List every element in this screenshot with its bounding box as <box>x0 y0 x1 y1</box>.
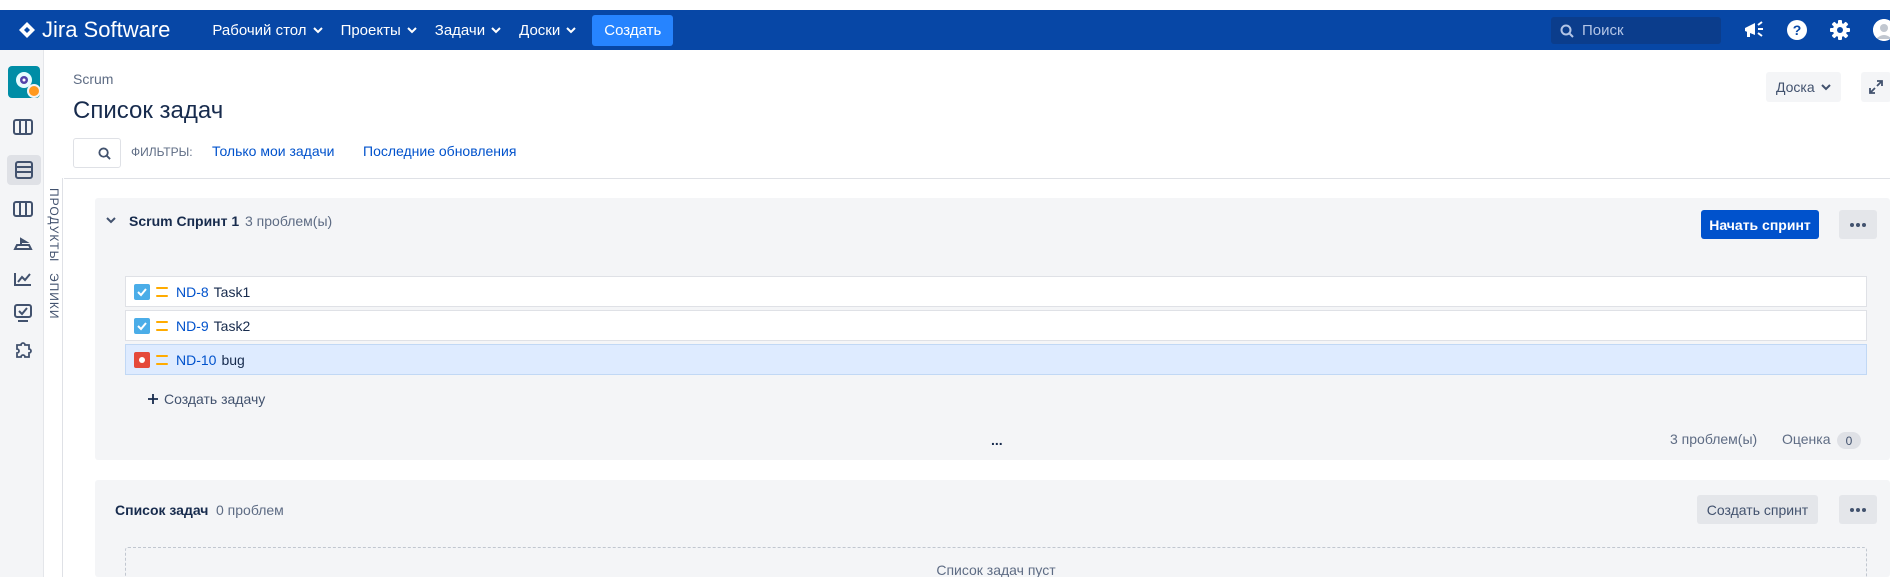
board-dropdown-button[interactable]: Доска <box>1766 72 1841 102</box>
project-sidebar <box>0 50 44 577</box>
issue-summary: Task1 <box>213 283 251 300</box>
backlog-issue-count: 0 проблем <box>216 502 284 518</box>
header-divider <box>64 178 1890 179</box>
search-icon <box>98 146 111 160</box>
priority-medium-icon <box>156 354 168 365</box>
products-panel-tab[interactable]: ПРОДУКТЫ <box>47 188 61 262</box>
nav-boards-label: Доски <box>519 21 561 39</box>
nav-projects-label: Проекты <box>340 21 401 39</box>
sprint-collapse-toggle[interactable] <box>104 213 118 227</box>
chevron-down-icon <box>312 27 323 34</box>
search-input[interactable]: Поиск <box>1551 17 1721 44</box>
nav-issues[interactable]: Задачи <box>435 22 501 39</box>
nav-dashboard-label: Рабочий стол <box>212 21 307 39</box>
issue-key[interactable]: ND-8 <box>176 284 209 300</box>
user-avatar[interactable] <box>1873 19 1890 41</box>
megaphone-icon[interactable] <box>1742 18 1766 42</box>
releases-icon[interactable] <box>12 233 34 255</box>
issue-row-selected[interactable]: ND-10 bug <box>125 344 1867 375</box>
search-icon <box>1560 24 1574 38</box>
backlog-empty-dropzone: Список задач пуст <box>125 547 1867 577</box>
active-sprint-icon[interactable] <box>12 198 34 220</box>
task-type-icon <box>134 317 150 334</box>
expand-icon <box>1869 80 1883 94</box>
issue-row[interactable]: ND-8 Task1 <box>125 276 1867 307</box>
issue-summary: Task2 <box>213 317 251 334</box>
board-button-label: Доска <box>1776 79 1815 95</box>
project-badge-icon <box>27 84 41 98</box>
filters-label: ФИЛЬТРЫ: <box>131 145 193 159</box>
board-icon[interactable] <box>12 116 34 138</box>
filter-recently-updated[interactable]: Последние обновления <box>363 143 516 159</box>
create-issue-button[interactable]: Создать задачу <box>147 391 265 407</box>
help-icon[interactable]: ? <box>1785 18 1809 42</box>
filter-search-input[interactable] <box>73 138 121 168</box>
nav-dashboard[interactable]: Рабочий стол <box>212 21 323 39</box>
create-button[interactable]: Создать <box>592 14 674 46</box>
backlog-name: Список задач <box>115 502 209 518</box>
epics-panel-tab[interactable]: ЭПИКИ <box>47 273 61 320</box>
sprint-name[interactable]: Scrum Спринт 1 <box>129 213 239 229</box>
page-title: Список задач <box>73 97 224 124</box>
svg-text:?: ? <box>1793 22 1802 38</box>
side-panels-column: ПРОДУКТЫ ЭПИКИ <box>45 178 63 577</box>
create-sprint-button[interactable]: Создать спринт <box>1697 495 1818 524</box>
settings-icon[interactable] <box>1828 18 1852 42</box>
logo-text: Jira Software <box>42 17 171 42</box>
search-placeholder: Поиск <box>1582 22 1624 39</box>
issue-summary: bug <box>221 351 245 368</box>
priority-medium-icon <box>156 286 168 297</box>
chevron-down-icon <box>1820 84 1831 91</box>
chevron-down-icon <box>491 27 501 34</box>
plus-icon <box>148 394 158 404</box>
breadcrumb[interactable]: Scrum <box>73 71 113 87</box>
task-type-icon <box>134 283 150 300</box>
sprint-more-button[interactable] <box>1839 210 1877 239</box>
start-sprint-button[interactable]: Начать спринт <box>1701 210 1819 239</box>
window-top-strip <box>0 0 1890 10</box>
sprint-footer-issue-count: 3 проблем(ы) <box>1670 431 1758 447</box>
issue-key[interactable]: ND-10 <box>176 352 216 368</box>
jira-logo[interactable]: Jira Software <box>18 17 170 43</box>
estimate-label: Оценка <box>1782 431 1831 447</box>
backlog-empty-text: Список задач пуст <box>936 562 1056 577</box>
chevron-down-icon <box>407 27 417 34</box>
backlog-more-button[interactable] <box>1839 495 1877 524</box>
issues-icon[interactable] <box>12 302 34 324</box>
more-icon <box>1850 507 1866 512</box>
create-issue-label: Создать задачу <box>164 391 266 407</box>
sprint-issue-count: 3 проблем(ы) <box>245 213 333 229</box>
top-navigation-bar: Jira Software Рабочий стол Проекты Задач… <box>0 10 1890 50</box>
jira-logo-icon <box>19 22 35 38</box>
issue-row[interactable]: ND-9 Task2 <box>125 310 1867 341</box>
reports-icon[interactable] <box>12 268 34 290</box>
chevron-down-icon <box>106 217 116 224</box>
nav-projects[interactable]: Проекты <box>341 22 417 39</box>
sprint-drag-handle[interactable]: ... <box>991 432 1003 448</box>
add-ons-icon[interactable] <box>12 338 34 360</box>
nav-boards[interactable]: Доски <box>519 22 576 39</box>
issue-key[interactable]: ND-9 <box>176 318 209 334</box>
nav-issues-label: Задачи <box>434 21 486 39</box>
bug-type-icon <box>134 351 150 368</box>
filter-only-my-issues[interactable]: Только мои задачи <box>212 143 334 159</box>
fullscreen-button[interactable] <box>1861 72 1890 102</box>
more-icon <box>1850 222 1866 227</box>
priority-medium-icon <box>156 320 168 331</box>
chevron-down-icon <box>566 27 576 34</box>
estimate-badge: 0 <box>1837 432 1861 449</box>
backlog-icon[interactable] <box>7 155 41 185</box>
